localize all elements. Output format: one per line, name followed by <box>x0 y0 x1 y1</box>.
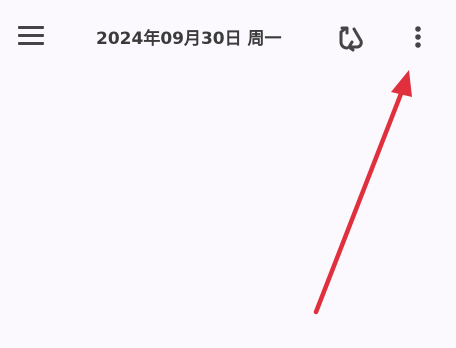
sync-button[interactable] <box>333 20 369 54</box>
top-app-bar: 2024年09月30日 周一 <box>0 0 456 72</box>
sync-icon <box>339 26 363 52</box>
page-title: 2024年09月30日 周一 <box>96 29 282 49</box>
app-screen: 2024年09月30日 周一 <box>0 0 456 348</box>
more-vertical-icon <box>415 26 421 48</box>
menu-button[interactable] <box>16 22 46 50</box>
main-content-area <box>0 72 456 348</box>
more-options-button[interactable] <box>405 20 431 54</box>
hamburger-menu-icon <box>18 26 44 45</box>
